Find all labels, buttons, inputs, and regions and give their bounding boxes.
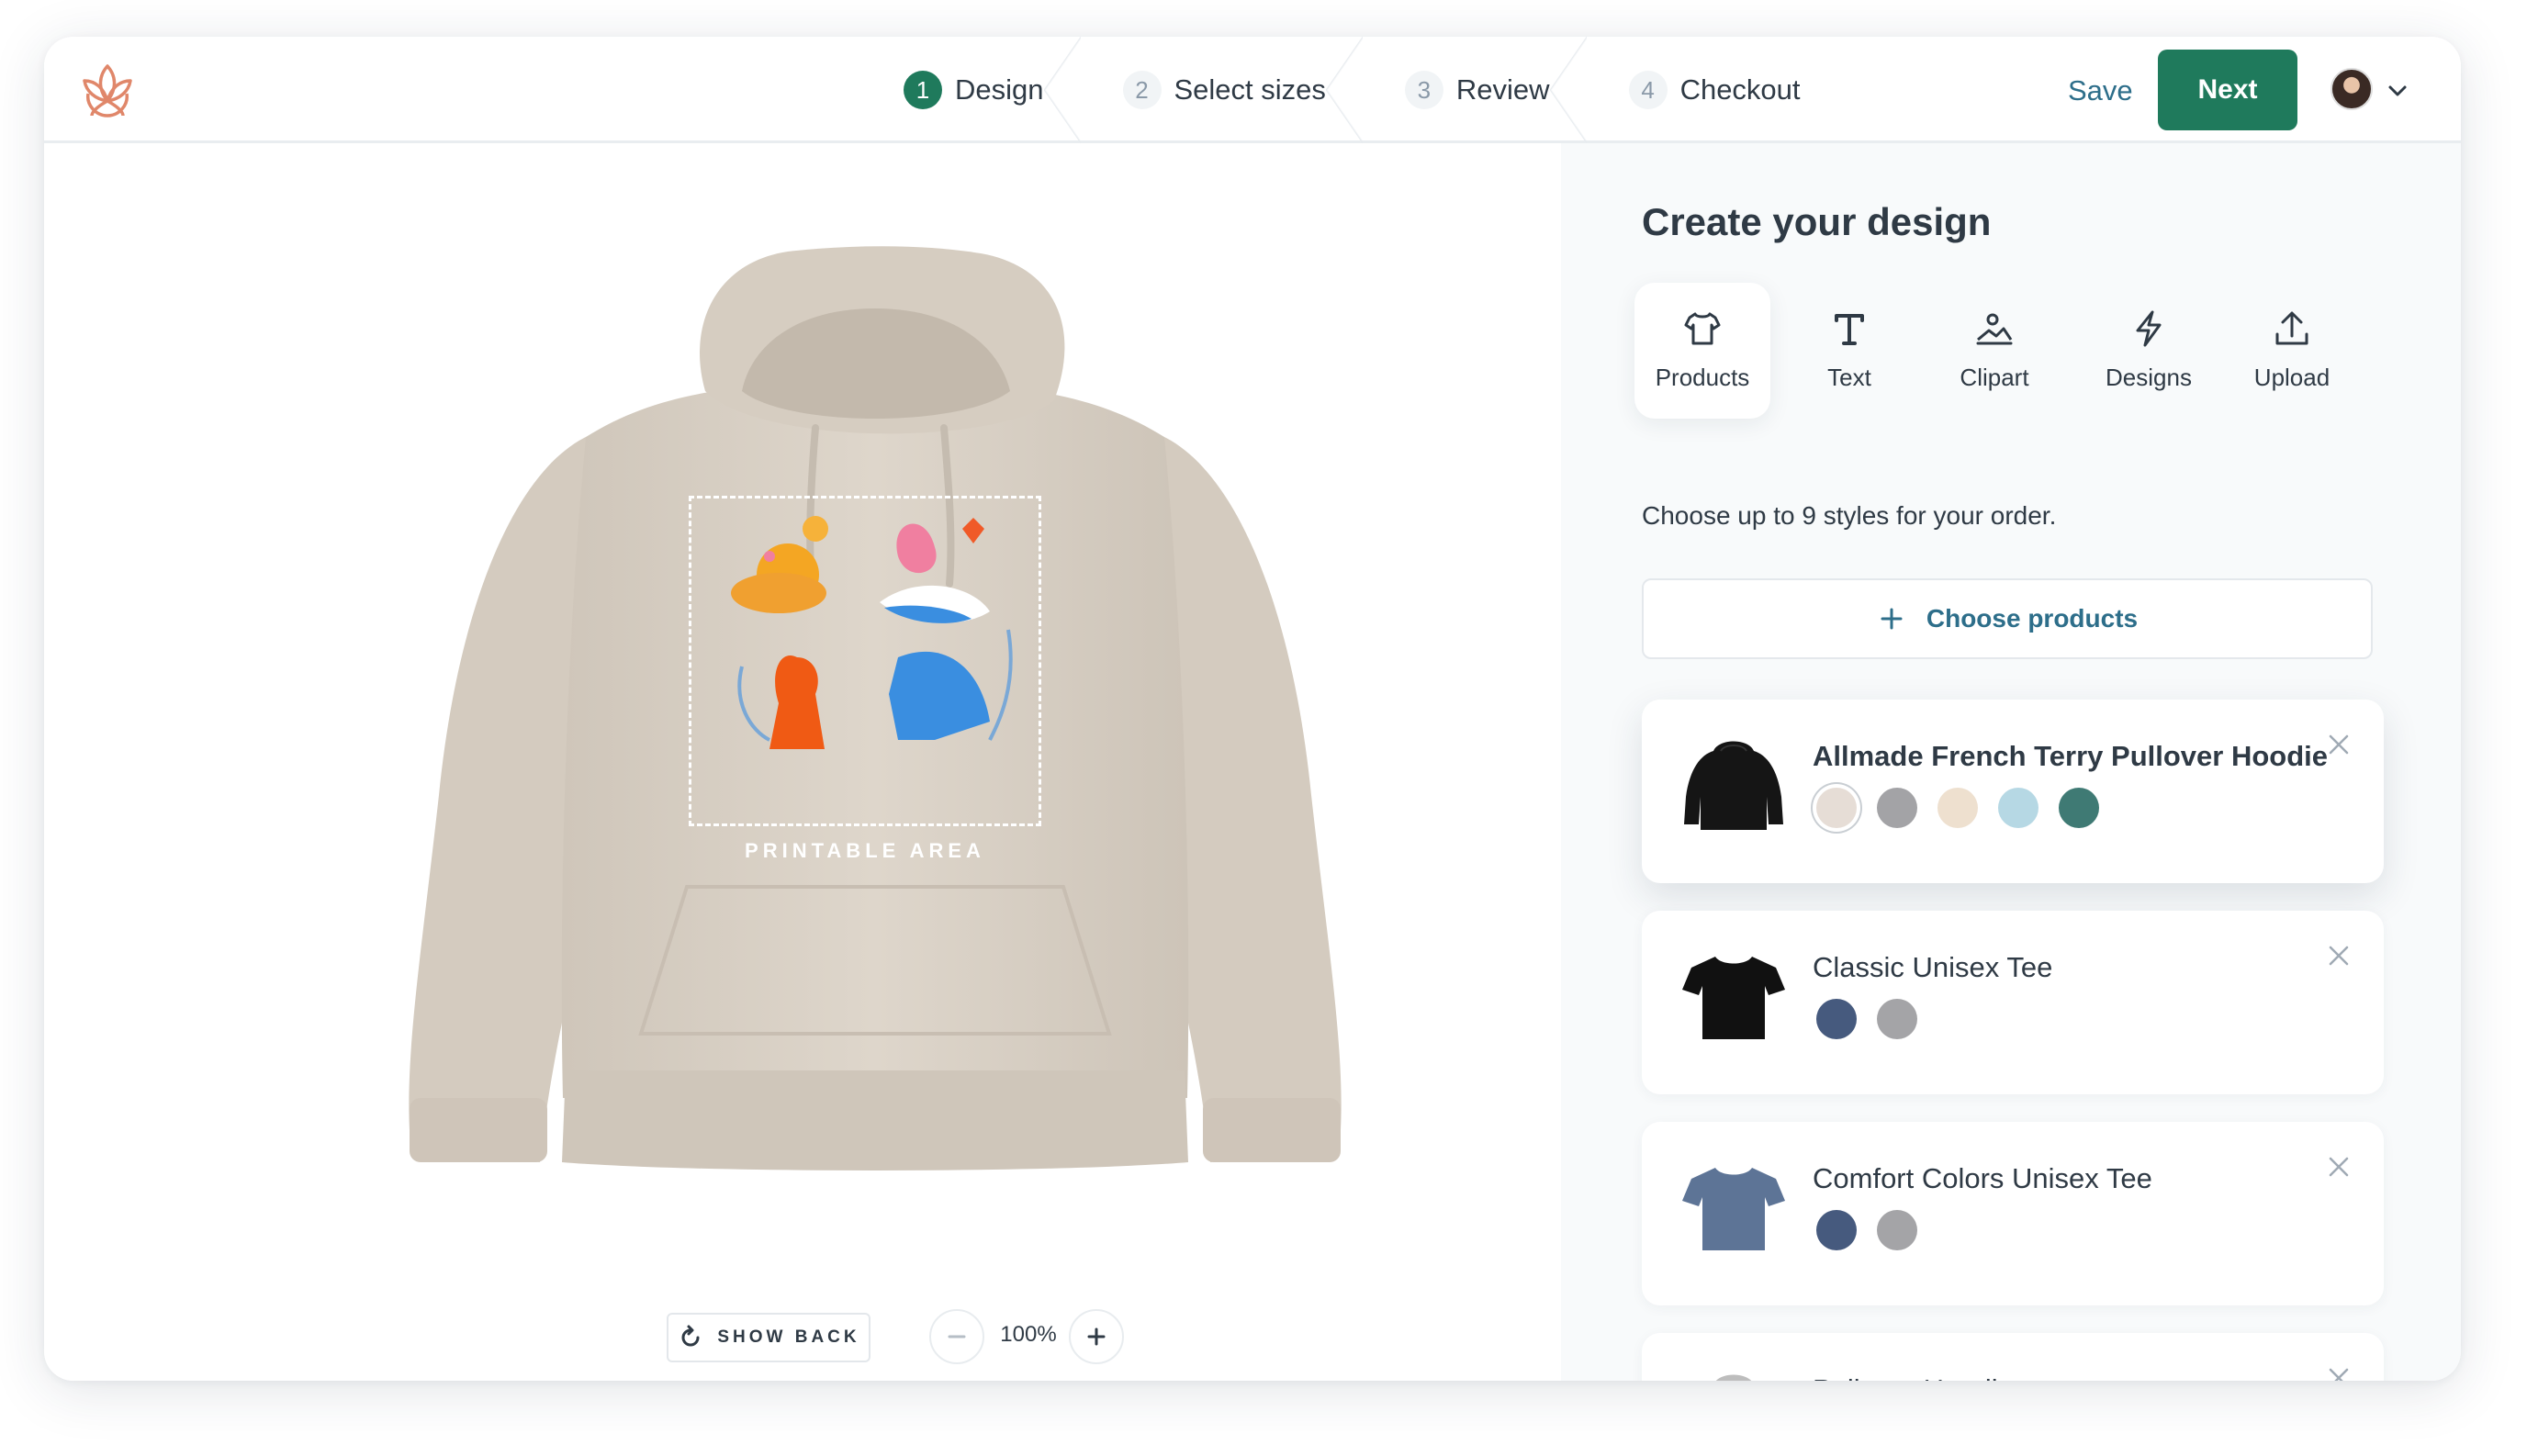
color-swatch[interactable] [2059, 788, 2099, 828]
step-review[interactable]: 3 Review [1353, 37, 1587, 143]
rotate-icon [681, 1325, 700, 1347]
lightning-icon [2136, 310, 2162, 347]
step-label: Review [1455, 73, 1550, 106]
minus-icon [948, 1335, 966, 1338]
printable-area-label: PRINTABLE AREA [745, 839, 985, 862]
color-swatch[interactable] [1816, 788, 1857, 828]
hoodie-thumbnail [1715, 1374, 1752, 1381]
product-name: Pullover Hoodie [1813, 1373, 2014, 1381]
text-icon [1835, 314, 1864, 345]
tab-upload[interactable]: Upload [2224, 283, 2360, 419]
tool-label: Clipart [1960, 364, 2029, 391]
product-card[interactable]: Pullover Hoodie [1642, 1333, 2384, 1381]
step-design[interactable]: 1 Design [852, 37, 1080, 143]
design-canvas[interactable]: PRINTABLE AREA SHOW BACK 100% [44, 143, 1561, 1381]
panel-title: Create your design [1642, 200, 1992, 243]
color-swatch[interactable] [1816, 999, 1857, 1039]
plus-icon [1881, 608, 1903, 630]
clipart-icon [1976, 313, 2013, 345]
logo-icon[interactable] [79, 61, 136, 121]
color-swatch[interactable] [1877, 788, 1917, 828]
choose-products-button[interactable]: Choose products [1642, 578, 2373, 659]
product-name: Classic Unisex Tee [1813, 951, 2053, 983]
avatar[interactable] [2330, 68, 2373, 110]
tab-products[interactable]: Products [1634, 283, 1770, 419]
close-icon[interactable] [2325, 942, 2353, 969]
product-name: Comfort Colors Unisex Tee [1813, 1162, 2152, 1194]
color-swatches [1816, 999, 1917, 1039]
color-swatches [1816, 1210, 1917, 1250]
upload-icon [2275, 311, 2308, 345]
product-card[interactable]: Allmade French Terry Pullover Hoodie [1642, 700, 2384, 883]
zoom-out-button[interactable] [929, 1309, 984, 1364]
color-swatches [1816, 788, 2099, 828]
tool-label: Products [1655, 364, 1750, 391]
tab-text[interactable]: Text [1781, 283, 1917, 419]
product-card[interactable]: Comfort Colors Unisex Tee [1642, 1122, 2384, 1305]
close-icon[interactable] [2325, 1153, 2353, 1181]
step-number: 4 [1628, 71, 1668, 109]
step-label: Checkout [1679, 73, 1801, 106]
step-label: Design [955, 73, 1044, 106]
tshirt-thumbnail [1682, 957, 1785, 1039]
product-name: Allmade French Terry Pullover Hoodie [1813, 740, 2329, 772]
color-swatch[interactable] [1877, 1210, 1917, 1250]
show-back-button[interactable]: SHOW BACK [667, 1313, 870, 1362]
step-label: Select sizes [1174, 73, 1326, 106]
step-checkout[interactable]: 4 Checkout [1578, 37, 1828, 143]
choose-products-label: Choose products [1926, 604, 2139, 633]
close-icon[interactable] [2325, 731, 2353, 758]
color-swatch[interactable] [1877, 999, 1917, 1039]
tab-designs[interactable]: Designs [2081, 283, 2217, 419]
color-swatch[interactable] [1816, 1210, 1857, 1250]
instructions-text: Choose up to 9 styles for your order. [1642, 501, 2057, 530]
printable-area[interactable] [689, 496, 1041, 826]
chevron-down-icon[interactable] [2384, 77, 2411, 105]
step-number: 2 [1122, 71, 1162, 109]
zoom-in-button[interactable] [1069, 1309, 1124, 1364]
top-bar: 1 Design 2 Select sizes 3 Review 4 Check… [44, 37, 2461, 143]
checkout-steps: 1 Design 2 Select sizes 3 Review 4 Check… [852, 37, 1828, 143]
tool-label: Designs [2106, 364, 2192, 391]
step-select-sizes[interactable]: 2 Select sizes [1072, 37, 1364, 143]
product-card[interactable]: Classic Unisex Tee [1642, 911, 2384, 1094]
hoodie-thumbnail [1684, 741, 1783, 830]
show-back-label: SHOW BACK [717, 1327, 860, 1347]
plus-icon [1087, 1327, 1106, 1346]
zoom-level: 100% [1000, 1322, 1057, 1347]
save-button[interactable]: Save [2068, 70, 2133, 112]
close-icon[interactable] [2325, 1364, 2353, 1381]
tool-label: Upload [2253, 364, 2330, 391]
design-panel: Create your design Products Text Clipart [1561, 143, 2461, 1381]
step-number: 1 [904, 71, 942, 109]
app-window: 1 Design 2 Select sizes 3 Review 4 Check… [44, 37, 2461, 1381]
tool-label: Text [1827, 364, 1871, 391]
tab-clipart[interactable]: Clipart [1926, 283, 2062, 419]
color-swatch[interactable] [1937, 788, 1978, 828]
step-number: 3 [1404, 71, 1443, 109]
color-swatch[interactable] [1998, 788, 2038, 828]
tshirt-icon [1684, 312, 1721, 345]
tshirt-thumbnail [1682, 1168, 1785, 1250]
next-button[interactable]: Next [2158, 50, 2297, 130]
